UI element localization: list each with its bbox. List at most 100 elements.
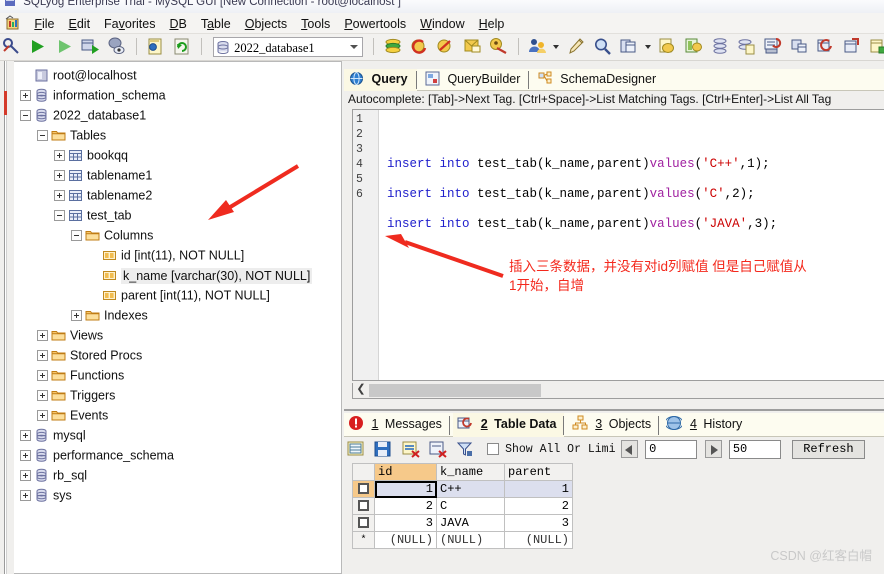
tree-item-information_schema[interactable]: information_schema (14, 85, 341, 105)
grid-col-parent[interactable]: parent (504, 463, 573, 481)
refresh-button[interactable]: Refresh (792, 439, 865, 459)
database-selector[interactable]: 2022_database1 (213, 36, 364, 57)
execute-current-query-icon[interactable] (54, 36, 75, 57)
code-line[interactable] (387, 202, 884, 217)
expand-icon[interactable] (20, 450, 31, 462)
collapse-icon[interactable] (20, 110, 31, 122)
cell-parent[interactable]: 2 (504, 497, 573, 515)
save-changes-icon[interactable] (373, 439, 393, 459)
grid-view-icon[interactable] (346, 439, 366, 459)
tree-item-mysql[interactable]: mysql (14, 425, 341, 445)
expand-icon[interactable] (37, 370, 48, 382)
menu-item-help[interactable]: Help (472, 14, 512, 33)
tree-item-2022_database1[interactable]: 2022_database1 (14, 105, 341, 125)
show-all-checkbox[interactable] (486, 443, 499, 455)
row-selector[interactable] (352, 497, 375, 515)
tab-messages[interactable]: 1 Messages (344, 413, 450, 437)
collapse-icon[interactable] (71, 230, 82, 242)
code-line[interactable] (387, 172, 884, 187)
create-database-icon[interactable] (383, 36, 404, 57)
menu-item-table[interactable]: Table (194, 14, 238, 33)
expand-icon[interactable] (54, 170, 65, 182)
expand-icon[interactable] (37, 410, 48, 422)
menu-item-tools[interactable]: Tools (294, 14, 337, 33)
sync-database-icon[interactable] (683, 36, 704, 57)
execute-all-queries-icon[interactable] (80, 36, 101, 57)
editor-code[interactable]: insert into test_tab(k_name,parent)value… (387, 110, 884, 262)
filter-icon[interactable] (455, 439, 475, 459)
tree-item-parent[interactable]: parent [int(11), NOT NULL] (14, 285, 341, 305)
new-row-cell-k_name[interactable]: (NULL) (436, 531, 505, 549)
table-row[interactable]: 1 C++ 1 (352, 480, 573, 498)
tree-item-indexes[interactable]: Indexes (14, 305, 341, 325)
table-row[interactable]: 3 JAVA 3 (352, 514, 573, 532)
sync-table-icon[interactable] (815, 36, 836, 57)
copy-database-icon[interactable] (657, 36, 678, 57)
row-checkbox[interactable] (358, 517, 369, 529)
data-sync-icon[interactable] (736, 36, 757, 57)
table-row[interactable]: 2C2 (352, 497, 573, 515)
expand-icon[interactable] (37, 330, 48, 342)
object-browser-tree[interactable]: root@localhost information_schema 2022_dat… (14, 61, 342, 574)
code-line[interactable]: insert into test_tab(k_name,parent)value… (387, 157, 884, 172)
stop-query-icon[interactable] (106, 36, 127, 57)
tree-item-rb_sql[interactable]: rb_sql (14, 465, 341, 485)
menu-item-powertools[interactable]: Powertools (337, 14, 413, 33)
import-table-icon[interactable] (841, 36, 862, 57)
new-connection-icon[interactable] (1, 36, 22, 57)
table-data-grid[interactable]: id k_name parent 1 C++ 1 2 C 2 3 JAVA 3 * (NULL) (N… (352, 463, 573, 549)
menu-item-db[interactable]: DB (162, 14, 193, 33)
cleanup-icon[interactable] (566, 36, 587, 57)
previous-page-button[interactable] (620, 440, 638, 458)
menu-item-window[interactable]: Window (413, 14, 471, 33)
expand-icon[interactable] (37, 390, 48, 402)
tree-item-performance_schema[interactable]: performance_schema (14, 445, 341, 465)
cell-id[interactable]: 3 (374, 514, 437, 532)
row-checkbox[interactable] (358, 500, 369, 512)
tree-item-columns[interactable]: Columns (14, 225, 341, 245)
tab-query[interactable]: Query (344, 69, 417, 91)
code-line[interactable]: insert into test_tab(k_name,parent)value… (387, 187, 884, 202)
tab-objects[interactable]: 3 Objects (568, 413, 660, 437)
cell-parent[interactable]: 1 (504, 480, 573, 498)
tree-item-bookqq[interactable]: bookqq (14, 145, 341, 165)
user-manager-icon[interactable] (527, 36, 548, 57)
export-table-icon[interactable] (868, 36, 884, 57)
backup-database-icon[interactable] (462, 36, 483, 57)
expand-icon[interactable] (54, 190, 65, 202)
panel-splitter[interactable] (4, 61, 7, 574)
editor-horizontal-scrollbar[interactable]: ❮ (352, 383, 884, 399)
cell-id[interactable]: 2 (374, 497, 437, 515)
collapse-icon[interactable] (54, 210, 65, 222)
menu-item-objects[interactable]: Objects (238, 14, 294, 33)
expand-icon[interactable] (20, 470, 31, 482)
cell-parent[interactable]: 3 (504, 514, 573, 532)
row-checkbox[interactable] (358, 483, 369, 495)
refresh-object-browser-icon[interactable] (171, 36, 192, 57)
user-manager-dropdown-icon[interactable] (553, 44, 560, 49)
alter-database-icon[interactable] (435, 36, 456, 57)
collapse-icon[interactable] (37, 130, 48, 142)
cell-k_name[interactable]: JAVA (436, 514, 505, 532)
limit-input[interactable]: 50 (728, 439, 781, 459)
tree-item-sys[interactable]: sys (14, 485, 341, 505)
tree-item-events[interactable]: Events (14, 405, 341, 425)
row-selector[interactable] (352, 514, 375, 532)
tree-item-k_name[interactable]: k_name [varchar(30), NOT NULL] (14, 265, 341, 285)
tab-table-data[interactable]: 2 Table Data (453, 413, 565, 437)
cell-k_name[interactable]: C (436, 497, 505, 515)
expand-icon[interactable] (37, 350, 48, 362)
schema-sync-icon[interactable] (710, 36, 731, 57)
tree-item-id[interactable]: id [int(11), NOT NULL] (14, 245, 341, 265)
new-row[interactable]: * (NULL) (NULL) (NULL) (352, 531, 573, 549)
tree-item-stored[interactable]: Stored Procs (14, 345, 341, 365)
tab-history[interactable]: 4 History (662, 413, 750, 437)
new-row-cell-parent[interactable]: (NULL) (504, 531, 573, 549)
sql-editor[interactable]: 123456 insert into test_tab(k_name,paren… (352, 109, 884, 381)
scheduled-backup-icon[interactable] (762, 36, 783, 57)
execute-query-icon[interactable] (27, 36, 48, 57)
tree-item-triggers[interactable]: Triggers (14, 385, 341, 405)
expand-icon[interactable] (20, 430, 31, 442)
import-database-icon[interactable] (488, 36, 509, 57)
delete-row-icon[interactable] (428, 439, 448, 459)
